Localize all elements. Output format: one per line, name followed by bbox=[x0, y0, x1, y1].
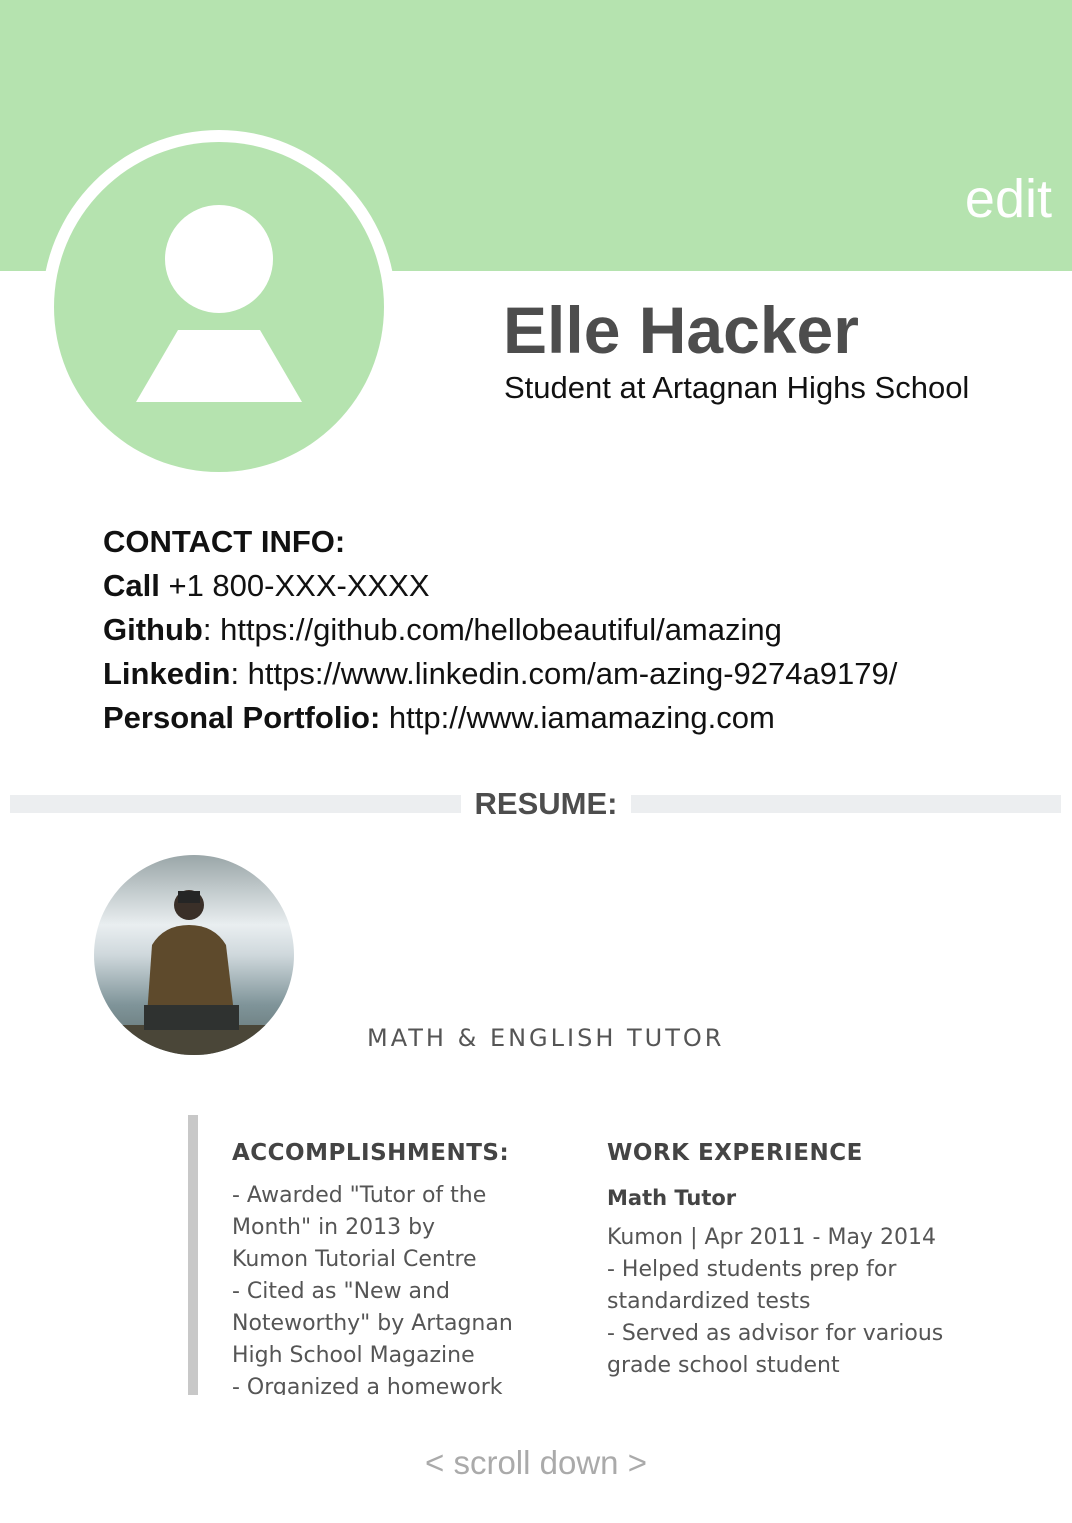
work-role: Math Tutor bbox=[607, 1186, 737, 1210]
contact-info: CONTACT INFO: Call +1 800-XXX-XXXX Githu… bbox=[103, 520, 897, 740]
accomplishment-line: Kumon Tutorial Centre bbox=[232, 1247, 477, 1272]
accomplishment-line: High School Magazine bbox=[232, 1343, 475, 1368]
default-user-icon bbox=[54, 142, 384, 472]
scroll-down-hint[interactable]: < scroll down > bbox=[0, 1444, 1072, 1482]
accomplishment-line: Noteworthy" by Artagnan bbox=[232, 1311, 513, 1336]
resume-preview: ACCOMPLISHMENTS: - Awarded "Tutor of the… bbox=[210, 1140, 1010, 1395]
accomplishment-line: Month" in 2013 by bbox=[232, 1215, 436, 1240]
work-line: Kumon | Apr 2011 - May 2014 bbox=[607, 1225, 936, 1250]
github-link[interactable]: : https://github.com/hellobeautiful/amaz… bbox=[203, 612, 782, 647]
work-line: grade school student bbox=[607, 1353, 840, 1378]
linkedin-link[interactable]: : https://www.linkedin.com/am-azing-9274… bbox=[230, 656, 897, 691]
work-line: - Served as advisor for various bbox=[607, 1321, 944, 1346]
job-title: MATH & ENGLISH TUTOR bbox=[367, 1024, 725, 1052]
portfolio-link[interactable]: http://www.iamamazing.com bbox=[380, 700, 775, 735]
work-line: standardized tests bbox=[607, 1289, 811, 1314]
accomplishments-heading: ACCOMPLISHMENTS: bbox=[232, 1140, 510, 1166]
accomplishment-line: - Organized a homework bbox=[232, 1375, 503, 1395]
resume-photo bbox=[94, 855, 294, 1055]
resume-heading: RESUME: bbox=[474, 786, 618, 821]
work-experience-heading: WORK EXPERIENCE bbox=[607, 1140, 863, 1166]
resume-accent-bar bbox=[188, 1115, 198, 1395]
accomplishment-line: - Cited as "New and bbox=[232, 1279, 450, 1304]
contact-call-row: Call +1 800-XXX-XXXX bbox=[103, 564, 897, 608]
avatar bbox=[42, 130, 396, 484]
portfolio-label: Personal Portfolio: bbox=[103, 700, 381, 735]
accomplishments-section: ACCOMPLISHMENTS: - Awarded "Tutor of the… bbox=[232, 1140, 562, 1395]
contact-portfolio-row: Personal Portfolio: http://www.iamamazin… bbox=[103, 696, 897, 740]
work-experience-section: WORK EXPERIENCE Math Tutor Kumon | Apr 2… bbox=[607, 1140, 1007, 1382]
edit-button[interactable]: edit bbox=[965, 168, 1052, 230]
call-value: +1 800-XXX-XXXX bbox=[159, 568, 430, 603]
accomplishment-line: - Awarded "Tutor of the bbox=[232, 1183, 487, 1208]
contact-heading: CONTACT INFO: bbox=[103, 524, 346, 559]
profile-subtitle: Student at Artagnan Highs School bbox=[504, 370, 970, 405]
work-line: - Helped students prep for bbox=[607, 1257, 897, 1282]
contact-linkedin-row: Linkedin: https://www.linkedin.com/am-az… bbox=[103, 652, 897, 696]
resume-divider-right bbox=[631, 795, 1061, 813]
contact-github-row: Github: https://github.com/hellobeautifu… bbox=[103, 608, 897, 652]
github-label: Github bbox=[103, 612, 203, 647]
resume-divider-left bbox=[10, 795, 461, 813]
profile-name: Elle Hacker bbox=[503, 293, 859, 367]
call-label: Call bbox=[103, 568, 160, 603]
linkedin-label: Linkedin bbox=[103, 656, 231, 691]
